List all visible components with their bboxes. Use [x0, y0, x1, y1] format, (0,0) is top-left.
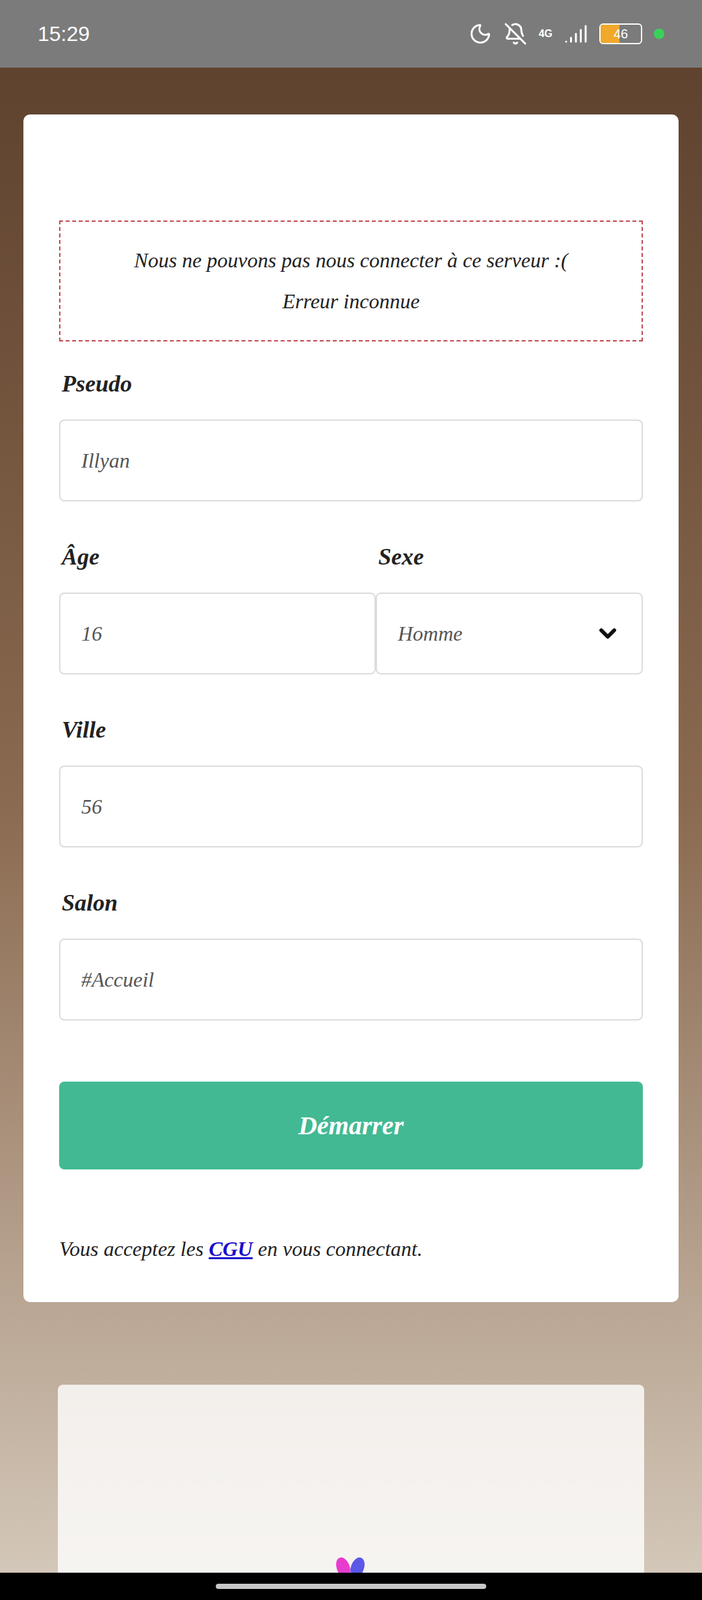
form-field: Âge 16	[59, 538, 376, 675]
field-value: 16	[81, 617, 103, 649]
form-field: Salon #Accueil	[59, 884, 643, 1020]
error-box: Nous ne pouvons pas nous connecter à ce …	[59, 220, 643, 342]
home-handle[interactable]	[215, 1582, 487, 1588]
navigation-bar	[0, 1571, 702, 1599]
network-label: 4G	[538, 26, 553, 42]
signal-icon	[564, 22, 588, 46]
field-value: Illyan	[81, 444, 130, 476]
cgu-link[interactable]: CGU	[208, 1236, 253, 1260]
battery-reading: 46	[600, 24, 641, 43]
text-field[interactable]: 16	[59, 592, 376, 675]
form-field: Ville 56	[59, 711, 643, 847]
form-field: Sexe Homme	[375, 538, 643, 675]
field-label: Sexe	[375, 538, 643, 575]
field-value: #Accueil	[81, 963, 155, 995]
status-time: 15:29	[37, 18, 90, 50]
green-dot	[653, 28, 665, 39]
error-detail: Erreur inconnue	[282, 280, 420, 322]
field-value: 56	[81, 790, 103, 822]
battery-indicator: 46	[599, 23, 643, 45]
logo-icon	[321, 1553, 381, 1572]
text-field[interactable]: #Accueil	[59, 937, 643, 1020]
app-screen: 15:29 4G 46 Nous ne pouvons pas nous connec…	[0, 0, 702, 1599]
login-card: Nous ne pouvons pas nous connecter à ce …	[23, 114, 679, 1302]
error-title: Nous ne pouvons pas nous connecter à ce …	[133, 239, 568, 281]
field-label: Pseudo	[59, 365, 643, 402]
field-label: Ville	[59, 711, 643, 748]
field-label: Salon	[59, 884, 643, 921]
text-field[interactable]: Illyan	[59, 419, 643, 502]
select-field[interactable]: Homme	[375, 592, 643, 675]
bottom-panel	[57, 1383, 645, 1572]
status-bar: 15:29 4G 46	[0, 0, 702, 68]
age-sex-row: Âge 16 Sexe Homme	[59, 538, 643, 675]
start-button[interactable]: Démarrer	[59, 1080, 643, 1169]
form-field: Pseudo Illyan	[59, 365, 643, 502]
field-label: Âge	[59, 538, 376, 575]
text-field[interactable]: 56	[59, 765, 643, 847]
field-value: Homme	[397, 617, 463, 649]
moon-icon	[468, 22, 493, 46]
terms-text: Vous acceptez les CGU en vous connectant…	[59, 1233, 643, 1263]
bell-off-icon	[503, 22, 528, 46]
chevron-down-icon	[594, 620, 621, 647]
